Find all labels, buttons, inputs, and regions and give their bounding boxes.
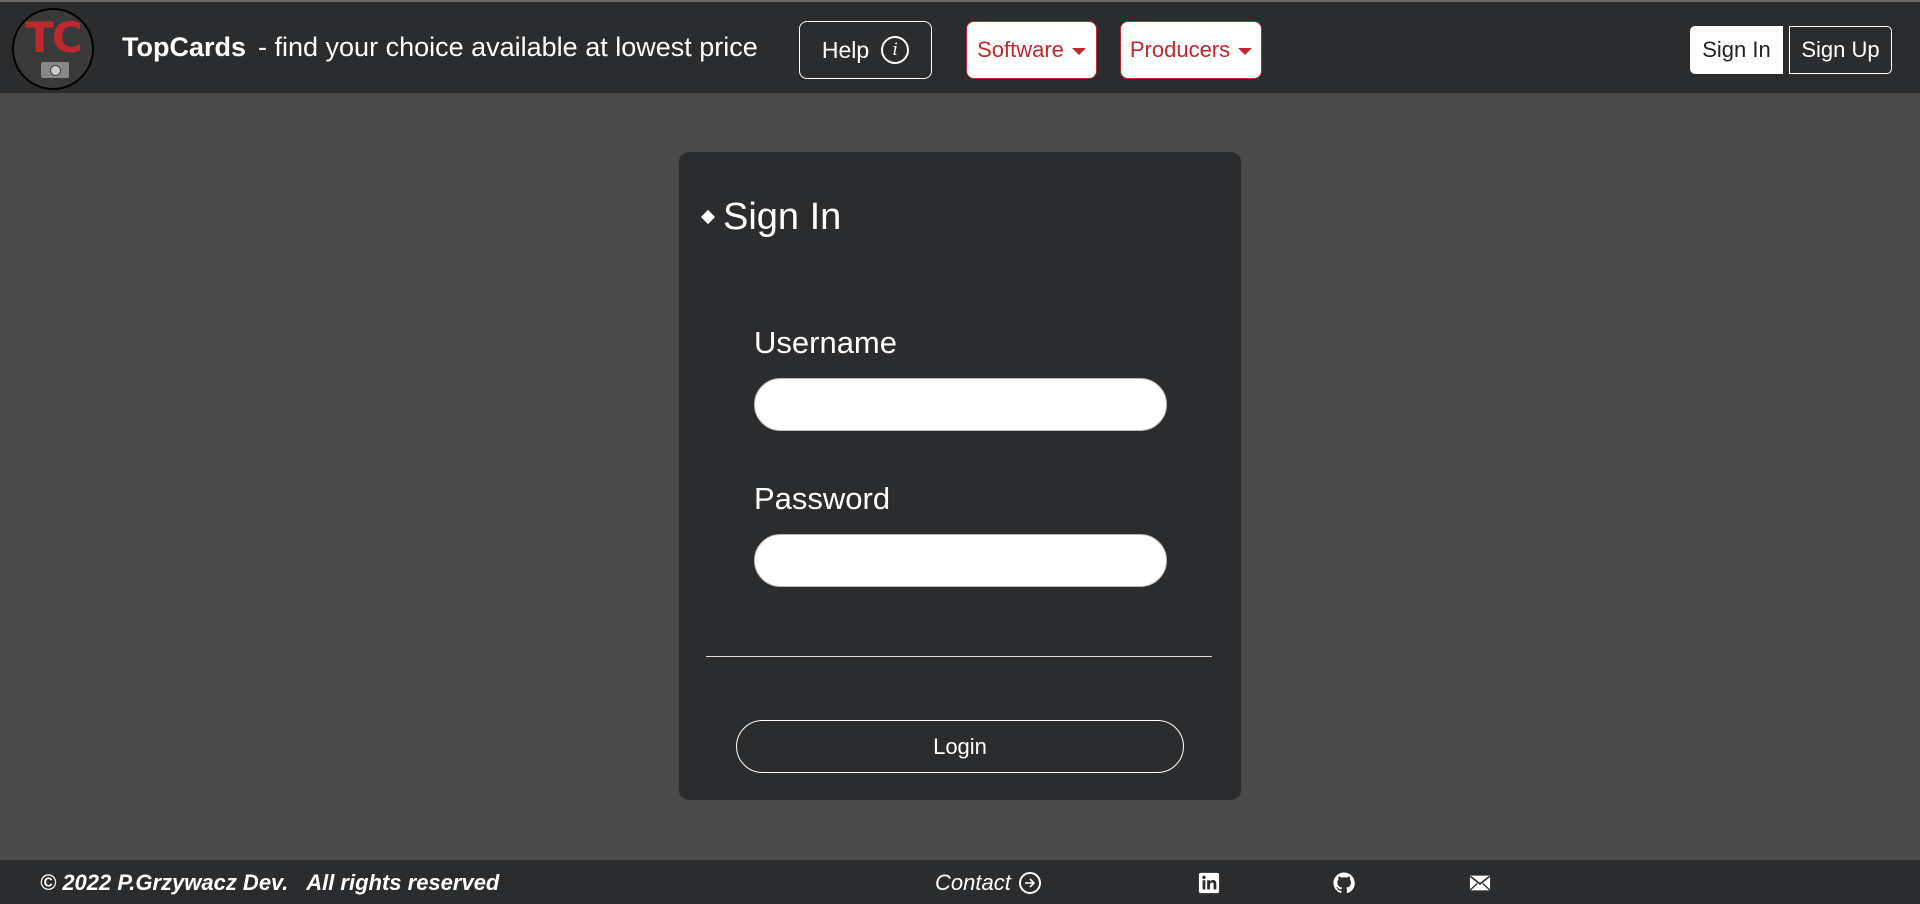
copyright-text: © 2022 P.Grzywacz Dev. [40,870,289,895]
brand: TopCards - find your choice available at … [122,30,758,64]
rights-text: All rights reserved [306,870,500,895]
brand-tagline: - find your choice available at lowest p… [258,32,758,62]
username-input[interactable] [754,378,1167,431]
mail-icon[interactable] [1469,872,1491,894]
form-title: Sign In [700,194,842,240]
caret-down-icon [1238,47,1253,55]
software-label: Software [977,37,1064,62]
caret-down-icon [1071,47,1086,55]
contact-link[interactable]: Contact [935,870,1041,896]
footer: © 2022 P.Grzywacz Dev. All rights reserve… [0,860,1920,904]
password-label: Password [754,481,891,516]
arrow-right-circle-icon [1018,872,1041,894]
navbar: TC TopCards - find your choice available … [0,0,1920,93]
help-label: Help [821,36,870,63]
signup-button[interactable]: Sign Up [1789,26,1892,74]
password-input[interactable] [754,534,1167,587]
software-dropdown[interactable]: Software [966,21,1097,79]
signin-button[interactable]: Sign In [1690,26,1783,74]
logo-text: TC [25,13,82,62]
github-icon[interactable] [1333,872,1355,894]
divider [706,656,1212,657]
logo[interactable]: TC [12,8,94,90]
signin-card: Sign In Username Password Login [679,152,1241,800]
brand-name[interactable]: TopCards [122,32,246,62]
producers-dropdown[interactable]: Producers [1120,21,1262,79]
help-button[interactable]: Help i [799,21,932,79]
linkedin-icon[interactable] [1198,872,1220,894]
producers-label: Producers [1129,37,1231,62]
copyright: © 2022 P.Grzywacz Dev. All rights reserve… [40,870,499,896]
username-label: Username [754,325,897,360]
contact-label: Contact [935,870,1011,895]
camera-icon [41,62,69,78]
login-button[interactable]: Login [736,720,1184,773]
diamond-icon [700,209,716,225]
info-icon: i [881,36,910,64]
form-title-text: Sign In [723,196,842,238]
